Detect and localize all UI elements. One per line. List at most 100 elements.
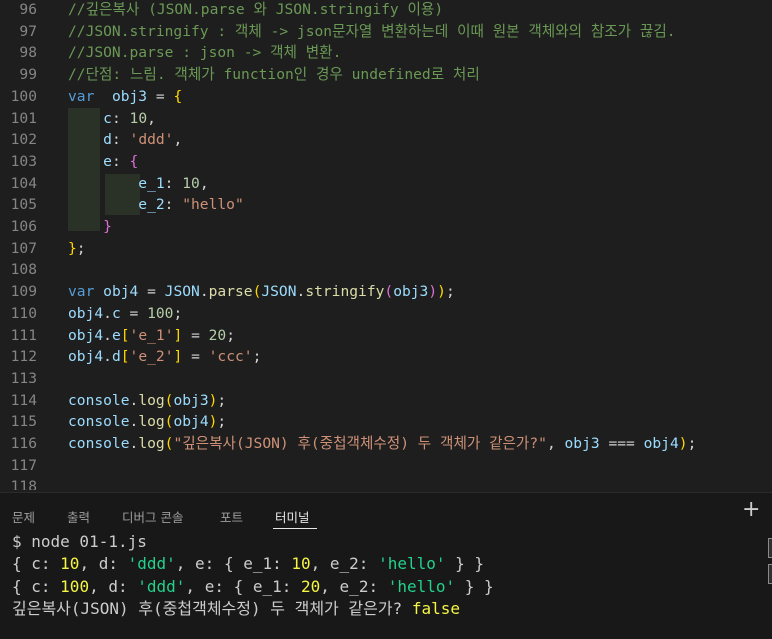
tab-debug-console[interactable]: 디버그 콘솔 — [122, 507, 183, 526]
terminal-token: false — [411, 598, 460, 618]
code-text: d: 'ddd', — [68, 129, 182, 151]
code-line: 112 obj4.d['e_2'] = 'ccc'; — [0, 346, 772, 368]
code-line: 96 //깊은복사 (JSON.parse 와 JSON.stringify 이용… — [0, 0, 772, 21]
code-token: c — [103, 109, 112, 127]
code-token: stringify — [305, 283, 385, 301]
line-number: 103 — [10, 152, 37, 170]
code-token: . — [296, 283, 306, 301]
terminal-line: 깊은복사(JSON) 후(중첩객체수정) 두 객체가 같은가? false — [12, 598, 460, 620]
code-token: = — [182, 326, 209, 344]
active-tab-indicator — [273, 528, 317, 529]
code-editor[interactable]: 96 //깊은복사 (JSON.parse 와 JSON.stringify 이용… — [0, 0, 772, 490]
code-line: 118 — [0, 476, 772, 490]
code-line: 110 obj4.c = 100; — [0, 303, 772, 325]
code-token: ; — [226, 326, 236, 344]
code-line: 111 obj4.e['e_1'] = 20; — [0, 325, 772, 347]
code-line: 101 c: 10, — [0, 108, 772, 130]
code-token: : — [164, 196, 183, 214]
code-token: } — [103, 218, 112, 235]
code-token: e — [111, 326, 121, 344]
code-token: = — [138, 283, 165, 301]
code-token: ; — [687, 435, 697, 452]
plus-icon[interactable]: + — [742, 499, 760, 521]
code-line: 99 //단점: 느림. 객체가 function인 경우 undefined로 … — [0, 64, 772, 86]
code-token: log — [138, 391, 165, 409]
code-line: 109 var obj4 = JSON.parse(JSON.stringify(… — [0, 281, 772, 303]
code-token: . — [103, 326, 112, 344]
line-number: 97 — [19, 22, 37, 40]
code-token: : — [111, 131, 130, 149]
code-text: console.log(obj4); — [68, 411, 226, 433]
code-text: console.log(obj3); — [68, 390, 226, 412]
code-token: ; — [76, 239, 86, 257]
code-token: ; — [217, 413, 227, 431]
line-number: 96 — [19, 1, 37, 18]
terminal-token: , d: — [79, 554, 128, 574]
code-token: d — [111, 348, 121, 366]
code-token: . — [103, 348, 112, 366]
code-text: }; — [68, 238, 86, 260]
line-number: 110 — [10, 304, 37, 322]
code-token: obj4 — [643, 435, 679, 452]
code-token: . — [103, 304, 112, 322]
code-token: ) — [437, 283, 446, 301]
code-token: = — [120, 304, 148, 322]
code-token: var — [68, 87, 95, 105]
code-text: //JSON.stringify : 객체 -> json문자열 변환하는데 이… — [68, 21, 676, 43]
code-token: = — [182, 348, 209, 366]
code-token: { — [173, 87, 183, 105]
terminal-token: $ node 01-1.js — [12, 532, 147, 551]
line-number: 99 — [19, 66, 37, 84]
line-number: 106 — [10, 218, 37, 235]
terminal-token: 'hello' — [378, 554, 446, 574]
code-token: 20 — [208, 326, 227, 344]
terminal-token: 'ddd' — [127, 554, 176, 574]
terminal-list-item[interactable] — [768, 564, 772, 584]
tab-terminal[interactable]: 터미널 — [275, 507, 310, 526]
line-number: 112 — [10, 348, 37, 366]
code-token: //깊은복사 (JSON.parse 와 JSON.stringify 이용) — [68, 1, 444, 18]
code-token: ] — [173, 348, 183, 366]
code-line: 102 d: 'ddd', — [0, 129, 772, 151]
code-token: obj4 — [68, 304, 104, 322]
code-token: [ — [120, 348, 130, 366]
tab-ports[interactable]: 포트 — [220, 507, 243, 526]
code-line: 116 console.log("깊은복사(JSON) 후(중첩객체수정) 두 객… — [0, 433, 772, 455]
code-text: //깊은복사 (JSON.parse 와 JSON.stringify 이용) — [68, 0, 443, 21]
code-token: 100 — [147, 304, 174, 322]
tab-problems[interactable]: 문제 — [12, 507, 35, 526]
tab-output[interactable]: 출력 — [67, 507, 90, 526]
terminal-list-item[interactable] — [768, 538, 772, 558]
code-token: : — [164, 174, 183, 192]
code-token: === — [599, 435, 644, 452]
terminal-token: } } — [455, 576, 494, 596]
code-token: e_1 — [138, 174, 165, 192]
code-token: . — [129, 413, 139, 431]
code-token: ; — [445, 283, 455, 301]
code-line: 106 } — [0, 216, 772, 238]
code-token: obj4 — [103, 283, 139, 301]
terminal-line: $ node 01-1.js — [12, 531, 147, 553]
line-number: 108 — [10, 261, 37, 279]
terminal-token: 'hello' — [387, 576, 456, 596]
code-token: 10 — [182, 174, 200, 192]
code-token: 'e_2' — [129, 348, 174, 366]
code-text: //단점: 느림. 객체가 function인 경우 undefined로 처리 — [68, 64, 480, 86]
code-line: 107}; — [0, 238, 772, 260]
code-token: . — [129, 435, 139, 452]
code-token: JSON — [164, 283, 200, 301]
line-number: 117 — [10, 456, 37, 474]
terminal-token: 10 — [291, 554, 311, 574]
terminal-token: { c: — [12, 554, 61, 574]
code-token: "깊은복사(JSON) 후(중첩객체수정) 두 객체가 같은가?" — [173, 435, 547, 452]
line-number: 111 — [10, 326, 37, 344]
code-token: log — [138, 435, 165, 452]
code-token: , — [173, 131, 183, 149]
code-token: //JSON.parse : json -> 객체 변환. — [68, 44, 342, 62]
code-token: obj3 — [111, 87, 148, 105]
